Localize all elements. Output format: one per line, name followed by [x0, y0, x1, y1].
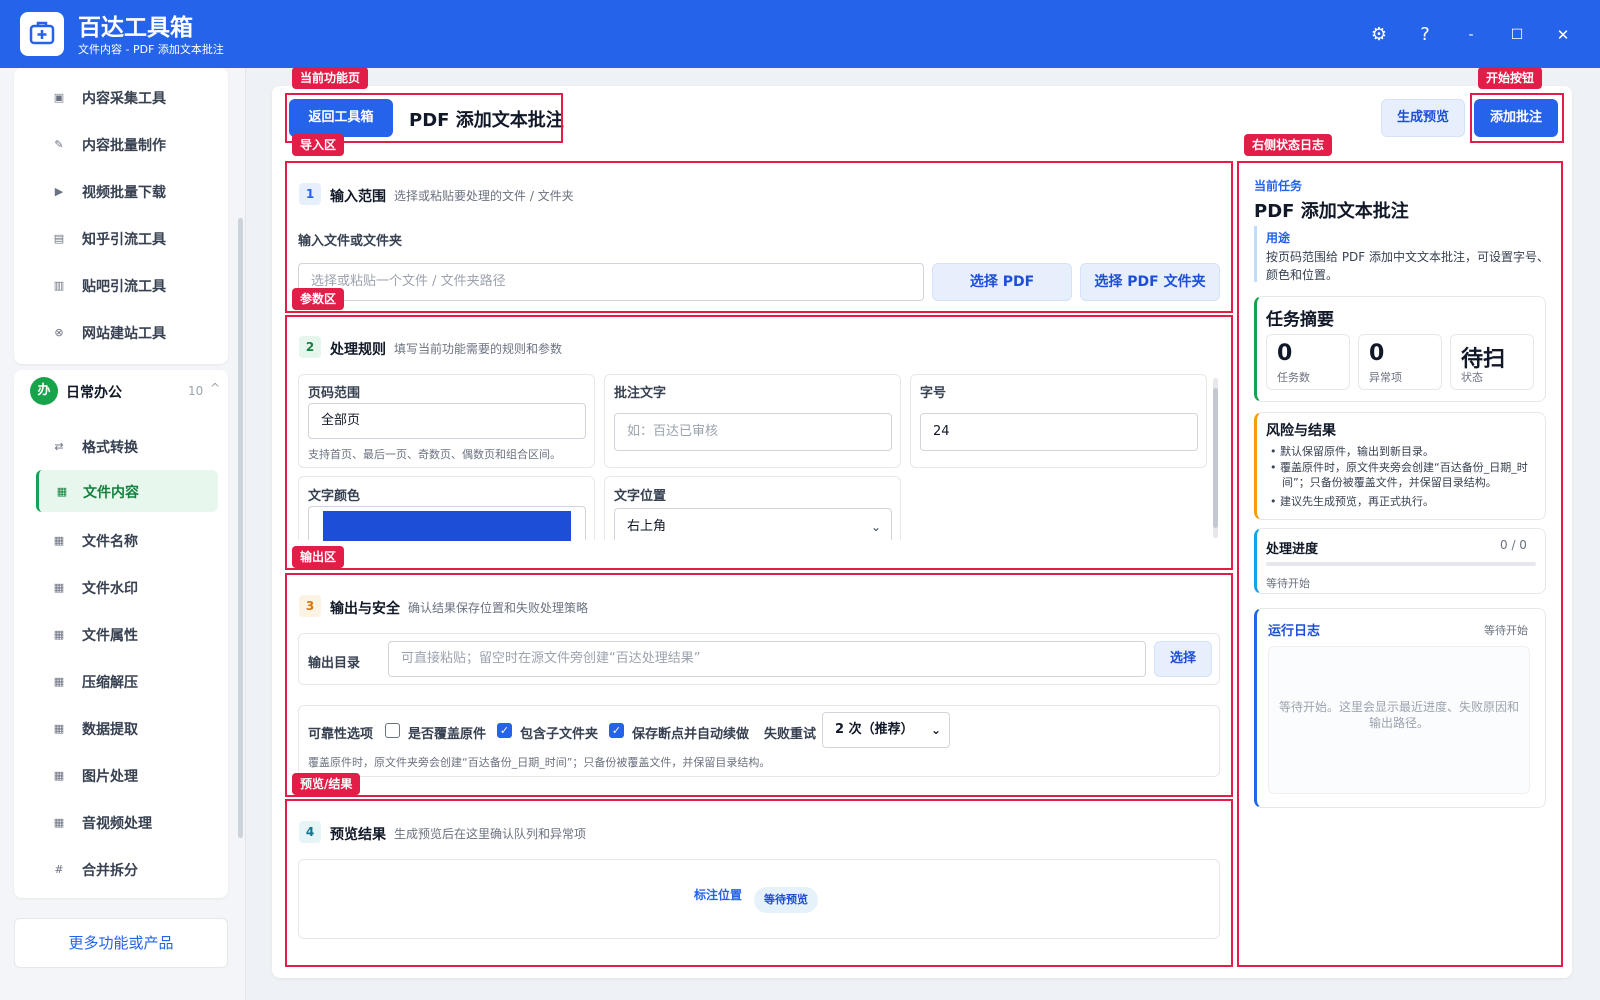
- convert-icon: ⇄: [54, 440, 64, 453]
- tieba-icon: ▥: [53, 279, 65, 292]
- app-subtitle: 文件内容 - PDF 添加文本批注: [78, 43, 224, 56]
- sidebar-item-website[interactable]: ⊗ 网站建站工具: [22, 311, 218, 353]
- sidebar-item-label: 音视频处理: [82, 816, 152, 832]
- maximize-icon[interactable]: ☐: [1504, 22, 1530, 48]
- sidebar-item-label: 文件名称: [82, 534, 138, 550]
- zhihu-icon: ▤: [53, 232, 65, 245]
- group-count: 10: [188, 384, 204, 398]
- sidebar-item-label: 视频批量下载: [82, 185, 166, 201]
- sidebar-item-image[interactable]: ▦ 图片处理: [22, 754, 218, 796]
- sidebar-item-label: 文件属性: [82, 628, 138, 644]
- office-group-icon: 办: [30, 377, 58, 405]
- generate-preview-button[interactable]: 生成预览: [1381, 99, 1465, 137]
- sidebar-item-label: 文件水印: [82, 581, 138, 597]
- start-button-box: [1470, 93, 1564, 143]
- sidebar-item-label: 压缩解压: [82, 675, 138, 691]
- sidebar-item-batch-make[interactable]: ✎ 内容批量制作: [22, 123, 218, 165]
- title-bar: 百达工具箱 文件内容 - PDF 添加文本批注 ⚙ ? - ☐ ✕: [0, 0, 1600, 68]
- right-log-box: [1237, 161, 1563, 967]
- sidebar-item-label: 数据提取: [82, 722, 138, 738]
- app-logo-icon: [20, 12, 64, 56]
- sidebar-item-label: 合并拆分: [82, 863, 138, 879]
- sidebar-item-label: 网站建站工具: [82, 326, 166, 342]
- collect-icon: ▣: [53, 91, 65, 104]
- tag-start-button: 开始按钮: [1478, 67, 1543, 89]
- sidebar-item-zhihu[interactable]: ▤ 知乎引流工具: [22, 217, 218, 259]
- output-area-box: [285, 573, 1233, 797]
- sidebar-group-office[interactable]: 办 日常办公 10 ^: [30, 373, 225, 409]
- app-title: 百达工具箱: [78, 15, 193, 41]
- gear-icon[interactable]: ⚙: [1366, 22, 1392, 48]
- more-products-button[interactable]: 更多功能或产品: [14, 918, 228, 968]
- hash-icon: #: [54, 863, 64, 876]
- sidebar-item-merge-split[interactable]: # 合并拆分: [22, 848, 218, 890]
- tag-right-log: 右侧状态日志: [1244, 134, 1333, 156]
- import-area-box: [285, 161, 1233, 313]
- sidebar-item-label: 文件内容: [83, 485, 139, 501]
- sidebar-item-file-content[interactable]: ▦ 文件内容: [36, 470, 218, 512]
- sidebar-item-label: 内容采集工具: [82, 91, 166, 107]
- tag-import-area: 导入区: [292, 134, 345, 156]
- sidebar-item-compress[interactable]: ▦ 压缩解压: [22, 660, 218, 702]
- grid-icon: ▦: [53, 675, 65, 688]
- sidebar-item-format-convert[interactable]: ⇄ 格式转换: [22, 425, 218, 467]
- sidebar-item-video-download[interactable]: ▶ 视频批量下载: [22, 170, 218, 212]
- grid-icon: ▦: [56, 485, 68, 498]
- help-icon[interactable]: ?: [1412, 22, 1438, 48]
- grid-icon: ▦: [53, 628, 65, 641]
- sidebar-item-label: 贴吧引流工具: [82, 279, 166, 295]
- sidebar-item-file-props[interactable]: ▦ 文件属性: [22, 613, 218, 655]
- tag-output-area: 输出区: [292, 546, 345, 568]
- preview-result-box: [285, 799, 1233, 967]
- sidebar-item-tieba[interactable]: ▥ 贴吧引流工具: [22, 264, 218, 306]
- sidebar-item-file-name[interactable]: ▦ 文件名称: [22, 519, 218, 561]
- grid-icon: ▦: [53, 581, 65, 594]
- grid-icon: ▦: [53, 534, 65, 547]
- minimize-icon[interactable]: -: [1458, 22, 1484, 48]
- close-icon[interactable]: ✕: [1550, 22, 1576, 48]
- grid-icon: ▦: [53, 769, 65, 782]
- tag-current-page: 当前功能页: [292, 67, 369, 89]
- video-icon: ▶: [54, 185, 64, 198]
- params-area-box: [285, 315, 1233, 570]
- edit-icon: ✎: [54, 138, 64, 151]
- sidebar-item-label: 知乎引流工具: [82, 232, 166, 248]
- sidebar-item-label: 格式转换: [82, 440, 138, 456]
- sidebar-item-label: 内容批量制作: [82, 138, 166, 154]
- tag-preview-result: 预览/结果: [292, 773, 361, 795]
- chevron-up-icon[interactable]: ^: [210, 381, 220, 395]
- sidebar-item-data-extract[interactable]: ▦ 数据提取: [22, 707, 218, 749]
- group-label: 日常办公: [66, 385, 122, 401]
- sidebar-item-watermark[interactable]: ▦ 文件水印: [22, 566, 218, 608]
- tag-params-area: 参数区: [292, 288, 345, 310]
- sidebar-scrollbar[interactable]: [238, 218, 243, 838]
- grid-icon: ▦: [53, 816, 65, 829]
- sidebar-item-collect[interactable]: ▣ 内容采集工具: [22, 76, 218, 118]
- website-icon: ⊗: [54, 326, 64, 339]
- grid-icon: ▦: [53, 722, 65, 735]
- sidebar-item-label: 图片处理: [82, 769, 138, 785]
- sidebar-item-av[interactable]: ▦ 音视频处理: [22, 801, 218, 843]
- sidebar: ▣ 内容采集工具 ✎ 内容批量制作 ▶ 视频批量下载 ▤ 知乎引流工具 ▥ 贴吧…: [0, 68, 246, 1000]
